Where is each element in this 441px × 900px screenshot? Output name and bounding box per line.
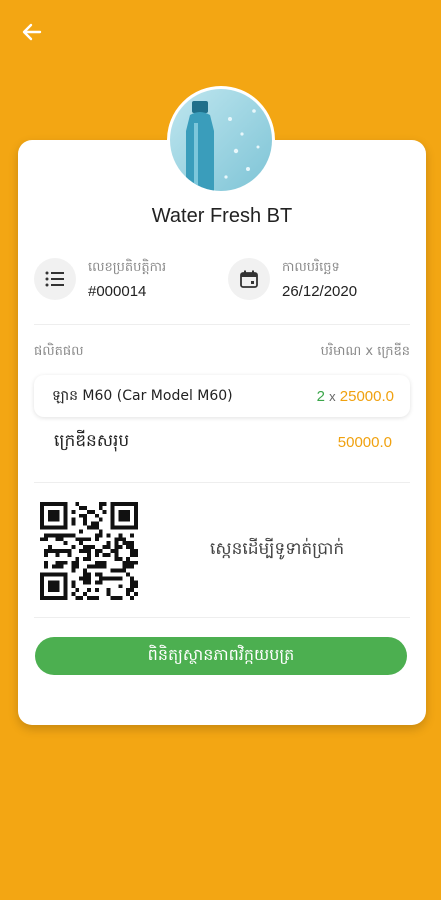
- item-qty: 2: [316, 387, 325, 405]
- back-button[interactable]: [18, 18, 46, 46]
- invoice-number-value: #000014: [88, 282, 147, 300]
- payment-qr-code[interactable]: [40, 502, 138, 600]
- calendar-icon-wrap: [228, 258, 270, 300]
- total-row: ក្រេឌីនសរុប 50000.0: [54, 430, 392, 455]
- table-row[interactable]: ឡាន M60 (Car Model M60) 2 x 25000.0: [34, 375, 410, 417]
- product-column-header: ផលិតផល: [34, 344, 84, 359]
- shop-name: Water Fresh BT: [151, 205, 293, 227]
- divider: [34, 324, 410, 325]
- scan-to-pay-caption: ស្កេនដើម្បីទូទាត់ប្រាក់: [210, 539, 345, 559]
- total-label: ក្រេឌីនសរុប: [54, 431, 130, 451]
- list-icon-wrap: [34, 258, 76, 300]
- invoice-date-label: កាលបរិច្ឆេទ: [282, 259, 340, 275]
- invoice-number-block: លេខប្រតិបត្តិការ #000014: [34, 258, 166, 300]
- invoice-date-value: 26/12/2020: [282, 282, 358, 300]
- item-qty-price: 2 x 25000.0: [317, 388, 394, 405]
- invoice-card: Water Fresh BT លេខប្រតិបត្តិការ #000014: [18, 140, 426, 725]
- divider: [34, 617, 410, 618]
- total-value: 50000.0: [337, 434, 392, 451]
- qty-price-column-header: បរិមាណ x ក្រេឌីន: [320, 344, 410, 359]
- invoice-date-block: កាលបរិច្ឆេទ 26/12/2020: [228, 258, 357, 300]
- water-bottle-image: [170, 89, 272, 191]
- divider: [34, 482, 410, 483]
- item-name: ឡាន M60 (Car Model M60): [52, 387, 233, 404]
- invoice-number-label: លេខប្រតិបត្តិការ: [88, 259, 167, 275]
- calendar-icon: [240, 270, 258, 288]
- shop-avatar: [167, 86, 275, 194]
- item-price: 25000.0: [339, 387, 394, 405]
- check-invoice-status-button[interactable]: ពិនិត្យស្ថានភាពវិក្កយបត្រ: [35, 637, 407, 675]
- list-icon: [45, 271, 64, 287]
- arrow-left-icon: [22, 23, 42, 41]
- times-sign: x: [329, 388, 336, 404]
- check-invoice-status-label: ពិនិត្យស្ថានភាពវិក្កយបត្រ: [147, 645, 295, 664]
